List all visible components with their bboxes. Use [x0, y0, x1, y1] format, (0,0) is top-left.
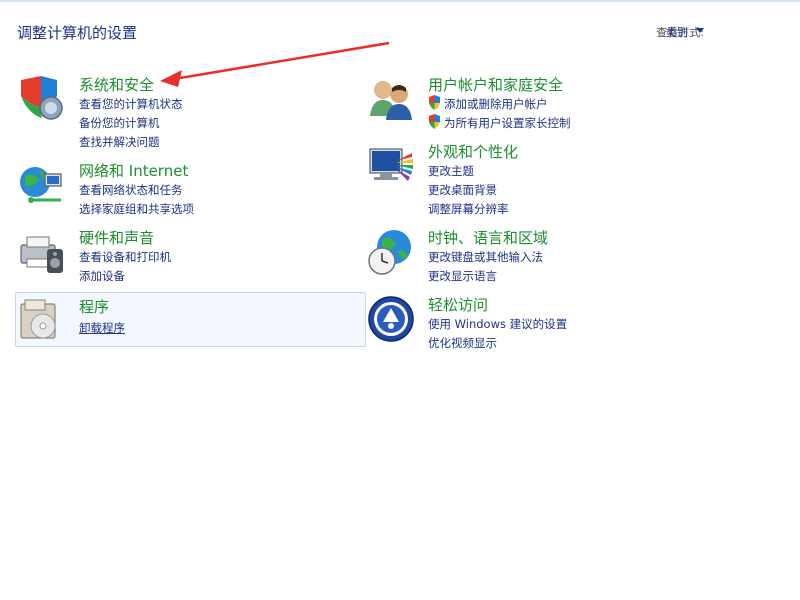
category-title[interactable]: 时钟、语言和区域 [428, 227, 548, 248]
category-user-accounts: 用户帐户和家庭安全 添加或删除用户帐户 为所有用户设置家长控制 [366, 74, 706, 134]
category-title[interactable]: 轻松访问 [428, 294, 488, 315]
link-add-remove-accounts[interactable]: 添加或删除用户帐户 [444, 96, 548, 112]
link-change-display-language[interactable]: 更改显示语言 [428, 268, 497, 284]
link-adjust-resolution[interactable]: 调整屏幕分辨率 [428, 201, 509, 217]
link-change-theme[interactable]: 更改主题 [428, 163, 474, 179]
link-windows-recommended-settings[interactable]: 使用 Windows 建议的设置 [428, 316, 567, 332]
link-troubleshoot[interactable]: 查找并解决问题 [79, 134, 160, 150]
category-ease-of-access: 轻松访问 使用 Windows 建议的设置 优化视频显示 [366, 294, 706, 354]
link-uninstall-program[interactable]: 卸载程序 [79, 320, 125, 336]
link-view-network-status[interactable]: 查看网络状态和任务 [79, 182, 183, 198]
category-title[interactable]: 系统和安全 [79, 74, 154, 95]
system-security-icon[interactable] [17, 74, 67, 124]
category-hardware-sound: 硬件和声音 查看设备和打印机 添加设备 [17, 227, 357, 287]
uac-shield-icon [429, 114, 440, 129]
link-optimize-video-display[interactable]: 优化视频显示 [428, 335, 497, 351]
link-change-desktop-background[interactable]: 更改桌面背景 [428, 182, 497, 198]
category-title[interactable]: 硬件和声音 [79, 227, 154, 248]
link-add-device[interactable]: 添加设备 [79, 268, 125, 284]
network-internet-icon[interactable] [17, 160, 67, 210]
category-appearance: 外观和个性化 更改主题 更改桌面背景 调整屏幕分辨率 [366, 141, 706, 221]
hardware-sound-icon[interactable] [17, 227, 67, 277]
link-devices-printers[interactable]: 查看设备和打印机 [79, 249, 171, 265]
chevron-down-icon[interactable] [696, 28, 704, 33]
page-title: 调整计算机的设置 [17, 24, 138, 42]
link-homegroup-sharing[interactable]: 选择家庭组和共享选项 [79, 201, 194, 217]
category-system-security: 系统和安全 查看您的计算机状态 备份您的计算机 查找并解决问题 [17, 74, 357, 154]
view-by-dropdown[interactable]: 类别 [666, 24, 688, 40]
category-title[interactable]: 外观和个性化 [428, 141, 518, 162]
appearance-icon[interactable] [366, 141, 416, 191]
uac-shield-icon [429, 95, 440, 110]
link-parental-controls[interactable]: 为所有用户设置家长控制 [444, 115, 571, 131]
category-title[interactable]: 网络和 Internet [79, 160, 188, 181]
clock-language-icon[interactable] [366, 227, 416, 277]
link-view-computer-status[interactable]: 查看您的计算机状态 [79, 96, 183, 112]
category-title[interactable]: 用户帐户和家庭安全 [428, 74, 563, 95]
link-backup-computer[interactable]: 备份您的计算机 [79, 115, 160, 131]
category-clock-language-region: 时钟、语言和区域 更改键盘或其他输入法 更改显示语言 [366, 227, 706, 287]
category-title[interactable]: 程序 [79, 296, 109, 317]
top-border [0, 0, 800, 2]
programs-icon[interactable] [17, 296, 67, 346]
ease-of-access-icon[interactable] [366, 294, 416, 344]
category-network-internet: 网络和 Internet 查看网络状态和任务 选择家庭组和共享选项 [17, 160, 357, 220]
link-change-keyboard-input[interactable]: 更改键盘或其他输入法 [428, 249, 543, 265]
category-programs: 程序 卸载程序 [17, 296, 357, 340]
user-accounts-icon[interactable] [366, 74, 416, 124]
